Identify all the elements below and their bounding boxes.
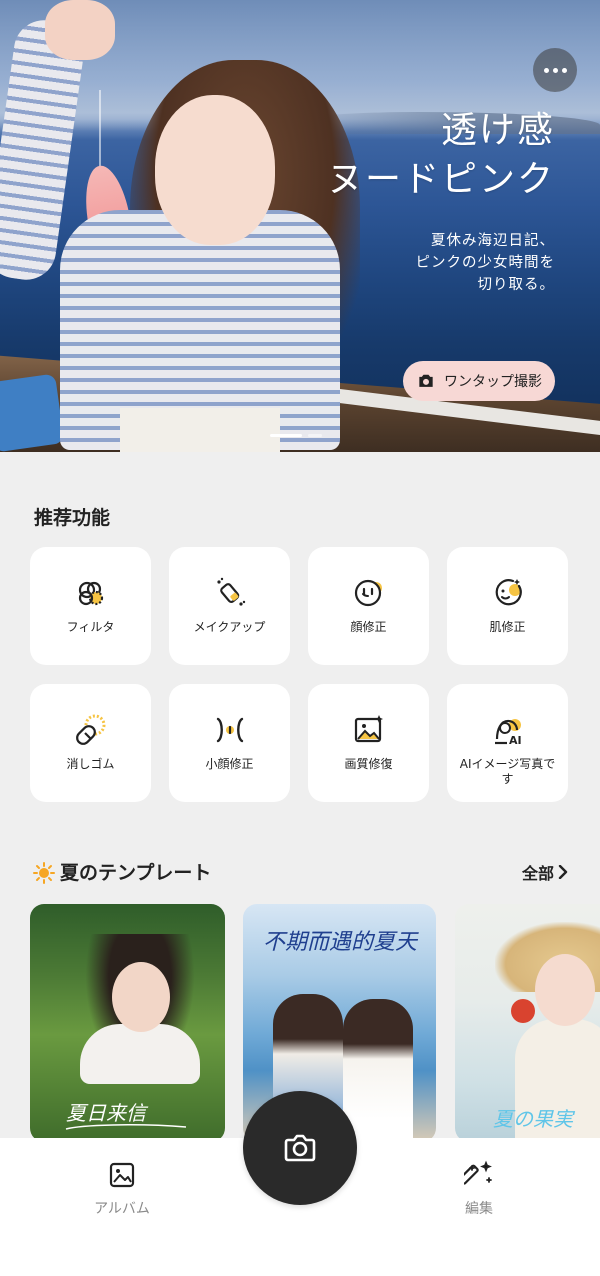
more-dot: [561, 67, 567, 73]
nav-album[interactable]: アルバム: [82, 1160, 162, 1218]
feature-ai-portrait-label: AIイメージ写真です: [459, 757, 556, 786]
feature-skin-retouch-label: 肌修正: [489, 620, 526, 634]
image-restore-icon: [354, 715, 383, 743]
feature-makeup-label: メイクアップ: [193, 620, 266, 634]
hero-subtitle-line2: ピンクの少女時間を: [415, 255, 555, 271]
ai-portrait-icon: AI: [494, 719, 522, 747]
features-grid: フィルタ メイクアップ 顔修正 肌修正 消しゴム 小顔修正 画質修復 AI AI…: [30, 547, 570, 802]
template-caption: 夏の果実: [493, 1107, 576, 1131]
feature-makeup[interactable]: メイクアップ: [169, 547, 290, 665]
feature-eraser-label: 消しゴム: [66, 757, 115, 771]
hero-skirt: [120, 408, 280, 452]
makeup-icon: [216, 577, 245, 606]
chevron-right-icon: [558, 865, 568, 879]
templates-header: 夏のテンプレート: [32, 858, 211, 885]
template-card[interactable]: 夏の果実: [455, 904, 600, 1142]
hero-hand: [45, 0, 115, 60]
template-photo-person: [343, 999, 413, 1142]
nav-edit[interactable]: 編集: [439, 1160, 519, 1218]
face-retouch-icon: [354, 579, 382, 607]
templates-title: 夏のテンプレート: [60, 862, 212, 884]
more-dot: [552, 67, 558, 73]
hero-title-line2: ヌードピンク: [326, 159, 555, 200]
hero-subtitle: 夏休み海辺日記、 ピンクの少女時間を 切り取る。: [335, 230, 555, 296]
one-tap-shoot-label: ワンタップ撮影: [444, 374, 542, 390]
templates-view-all-link[interactable]: 全部: [522, 860, 568, 884]
camera-shutter-button[interactable]: [243, 1091, 357, 1205]
edit-wand-icon: [464, 1160, 492, 1185]
feature-image-restore[interactable]: 画質修復: [308, 684, 429, 802]
one-tap-shoot-button[interactable]: ワンタップ撮影: [403, 361, 555, 401]
nav-edit-label: 編集: [465, 1201, 493, 1217]
feature-ai-portrait[interactable]: AI AIイメージ写真です: [447, 684, 568, 802]
feature-slim-face[interactable]: 小顔修正: [169, 684, 290, 802]
hero-face: [155, 95, 275, 245]
carousel-dot-active: [270, 434, 302, 437]
more-dot: [543, 67, 549, 73]
eraser-icon: [75, 714, 105, 745]
filter-icon: [78, 581, 103, 606]
feature-face-retouch-label: 顔修正: [350, 620, 387, 634]
slim-face-icon: [216, 717, 243, 743]
template-card[interactable]: 夏日来信: [30, 904, 225, 1142]
hero-bucket: [0, 373, 65, 452]
hero-subtitle-line3: 切り取る。: [477, 277, 555, 293]
hero-title-line1: 透け感: [440, 110, 555, 151]
carousel-indicator: [270, 434, 322, 437]
hero-banner[interactable]: 透け感 ヌードピンク 夏休み海辺日記、 ピンクの少女時間を 切り取る。 ワンタッ…: [0, 0, 600, 452]
template-caption-art: 夏の果実: [493, 1107, 576, 1131]
feature-filter-label: フィルタ: [66, 620, 115, 634]
nav-album-label: アルバム: [94, 1201, 150, 1217]
feature-eraser[interactable]: 消しゴム: [30, 684, 151, 802]
feature-skin-retouch[interactable]: 肌修正: [447, 547, 568, 665]
template-caption-art: 夏日来信: [65, 1101, 187, 1130]
hero-fishing-line: [99, 90, 101, 170]
feature-image-restore-label: 画質修復: [344, 757, 393, 771]
hero-title: 透け感 ヌードピンク: [327, 108, 555, 206]
hero-subtitle-line1: 夏休み海辺日記、: [431, 233, 555, 249]
more-options-button[interactable]: [533, 48, 577, 92]
template-caption: 夏日来信: [66, 1101, 149, 1125]
template-caption: 不期而遇的夏天: [263, 930, 418, 955]
album-icon: [109, 1162, 135, 1188]
sun-icon: [33, 861, 55, 884]
camera-icon: [284, 1134, 316, 1162]
view-all-label: 全部: [522, 864, 555, 883]
carousel-dot: [308, 434, 322, 437]
feature-face-retouch[interactable]: 顔修正: [308, 547, 429, 665]
svg-text:AI: AI: [509, 734, 522, 747]
features-title: 推荐功能: [34, 507, 111, 529]
camera-icon: [419, 374, 433, 387]
skin-retouch-icon: [495, 579, 522, 606]
feature-filter[interactable]: フィルタ: [30, 547, 151, 665]
feature-slim-face-label: 小顔修正: [205, 757, 254, 771]
